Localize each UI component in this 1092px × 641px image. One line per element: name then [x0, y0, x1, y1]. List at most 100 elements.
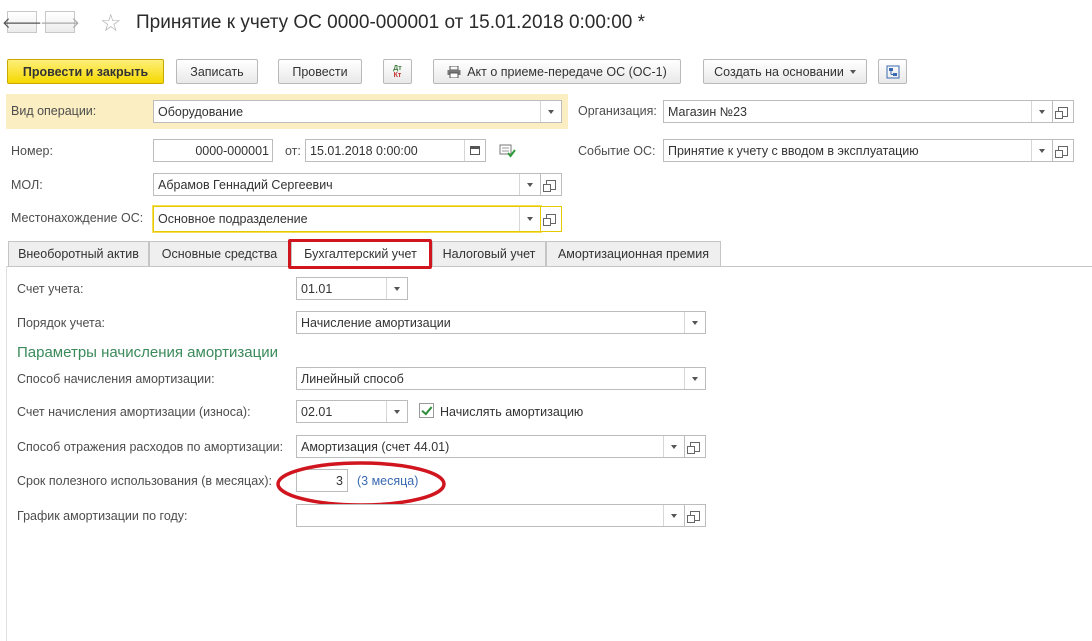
depreciation-account-label: Счет начисления амортизации (износа):	[17, 405, 251, 419]
depreciation-account-select[interactable]: 02.01	[296, 400, 408, 423]
dropdown-button[interactable]	[519, 207, 540, 231]
chevron-down-icon	[548, 109, 554, 114]
dropdown-button[interactable]	[519, 174, 540, 195]
dt-kt-button[interactable]: Дт Кт	[383, 59, 412, 84]
window-title: Принятие к учету ОС 0000-000001 от 15.01…	[136, 12, 646, 33]
chevron-down-icon	[394, 286, 400, 291]
operation-value: Оборудование	[158, 104, 244, 119]
date-input[interactable]: 15.01.2018 0:00:00	[305, 139, 486, 162]
mol-label: МОЛ:	[11, 178, 43, 192]
chevron-down-icon	[671, 513, 677, 518]
dt-kt-icon: Дт Кт	[393, 64, 402, 79]
open-icon	[687, 441, 700, 454]
account-value: 01.01	[301, 281, 333, 296]
open-icon	[687, 510, 700, 523]
schedule-open-button[interactable]	[685, 504, 706, 527]
structure-button[interactable]	[878, 59, 907, 84]
back-button[interactable]: 🡐	[2, 11, 42, 33]
date-from-label: от:	[285, 144, 301, 158]
order-select[interactable]: Начисление амортизации	[296, 311, 706, 334]
number-input[interactable]: 0000-000001	[153, 139, 273, 162]
number-value: 0000-000001	[195, 143, 269, 158]
expense-method-value: Амортизация (счет 44.01)	[301, 439, 450, 454]
chevron-down-icon	[671, 444, 677, 449]
dropdown-button[interactable]	[386, 401, 407, 422]
chevron-down-icon	[527, 182, 533, 187]
date-value: 15.01.2018 0:00:00	[310, 143, 418, 158]
tab-fixed-assets[interactable]: Основные средства	[149, 241, 290, 266]
create-based-on-button[interactable]: Создать на основании	[703, 59, 867, 84]
method-select[interactable]: Линейный способ	[296, 367, 706, 390]
useful-life-label: Срок полезного использования (в месяцах)…	[17, 474, 273, 488]
schedule-label: График амортизации по году:	[17, 509, 188, 523]
account-label: Счет учета:	[17, 282, 84, 296]
event-label: Событие ОС:	[578, 144, 656, 158]
event-select[interactable]: Принятие к учету с вводом в эксплуатацию	[663, 139, 1053, 162]
star-icon[interactable]: ☆	[100, 9, 122, 38]
location-select[interactable]: Основное подразделение	[153, 206, 541, 232]
event-value: Принятие к учету с вводом в эксплуатацию	[668, 143, 919, 158]
schedule-select[interactable]	[296, 504, 685, 527]
order-label: Порядок учета:	[17, 316, 106, 330]
event-open-button[interactable]	[1053, 139, 1074, 162]
open-icon	[1055, 145, 1068, 158]
organization-open-button[interactable]	[1053, 100, 1074, 123]
dropdown-button[interactable]	[540, 101, 561, 122]
history-icon[interactable]	[499, 144, 516, 158]
tab-depreciation-bonus[interactable]: Амортизационная премия	[546, 241, 721, 266]
number-label: Номер:	[11, 144, 53, 158]
chevron-down-icon	[1039, 148, 1045, 153]
dropdown-button[interactable]	[663, 436, 684, 457]
location-label: Местонахождение ОС:	[11, 211, 144, 225]
depreciation-section-title: Параметры начисления амортизации	[17, 344, 278, 361]
arrow-right-icon: 🡒	[39, 14, 81, 32]
dropdown-button[interactable]	[1031, 140, 1052, 161]
operation-label: Вид операции:	[11, 104, 97, 118]
useful-life-value: 3	[336, 473, 343, 488]
dropdown-button[interactable]	[684, 368, 705, 389]
chevron-down-icon	[394, 409, 400, 414]
mol-select[interactable]: Абрамов Геннадий Сергеевич	[153, 173, 541, 196]
printer-icon	[447, 65, 461, 78]
dropdown-button[interactable]	[663, 505, 684, 526]
chevron-down-icon	[1039, 109, 1045, 114]
post-button[interactable]: Провести	[278, 59, 362, 84]
calendar-button[interactable]	[464, 140, 485, 161]
depreciation-account-value: 02.01	[301, 404, 333, 419]
organization-value: Магазин №23	[668, 104, 748, 119]
mol-open-button[interactable]	[541, 173, 562, 196]
open-icon	[543, 214, 556, 226]
account-select[interactable]: 01.01	[296, 277, 408, 300]
save-button[interactable]: Записать	[176, 59, 258, 84]
expense-method-select[interactable]: Амортизация (счет 44.01)	[296, 435, 685, 458]
tab-divider	[6, 266, 1092, 267]
accrue-depreciation-label[interactable]: Начислять амортизацию	[440, 405, 583, 419]
useful-life-hint: (3 месяца)	[357, 474, 419, 488]
dropdown-button[interactable]	[386, 278, 407, 299]
calendar-icon	[470, 146, 480, 155]
post-and-close-button[interactable]: Провести и закрыть	[7, 59, 164, 84]
arrow-left-icon: 🡐	[1, 14, 43, 32]
expense-method-open-button[interactable]	[685, 435, 706, 458]
useful-life-input[interactable]: 3	[296, 469, 348, 492]
order-value: Начисление амортизации	[301, 315, 451, 330]
tab-tax-accounting[interactable]: Налоговый учет	[432, 241, 546, 266]
dropdown-button[interactable]	[684, 312, 705, 333]
method-label: Способ начисления амортизации:	[17, 372, 215, 386]
accrue-depreciation-checkbox[interactable]	[419, 403, 434, 418]
location-open-button[interactable]	[541, 206, 562, 232]
panel-border	[6, 266, 7, 641]
mol-value: Абрамов Геннадий Сергеевич	[158, 177, 333, 192]
chevron-down-icon	[849, 69, 856, 74]
dropdown-button[interactable]	[1031, 101, 1052, 122]
method-value: Линейный способ	[301, 371, 404, 386]
structure-icon	[886, 65, 899, 78]
tab-accounting[interactable]: Бухгалтерский учет	[291, 240, 430, 267]
forward-button[interactable]: 🡒	[40, 11, 80, 33]
chevron-down-icon	[692, 320, 698, 325]
organization-select[interactable]: Магазин №23	[663, 100, 1053, 123]
operation-select[interactable]: Оборудование	[153, 100, 562, 123]
print-act-button[interactable]: Акт о приеме-передаче ОС (ОС-1)	[433, 59, 681, 84]
tab-noncurrent-asset[interactable]: Внеоборотный актив	[8, 241, 149, 266]
chevron-down-icon	[527, 217, 533, 221]
